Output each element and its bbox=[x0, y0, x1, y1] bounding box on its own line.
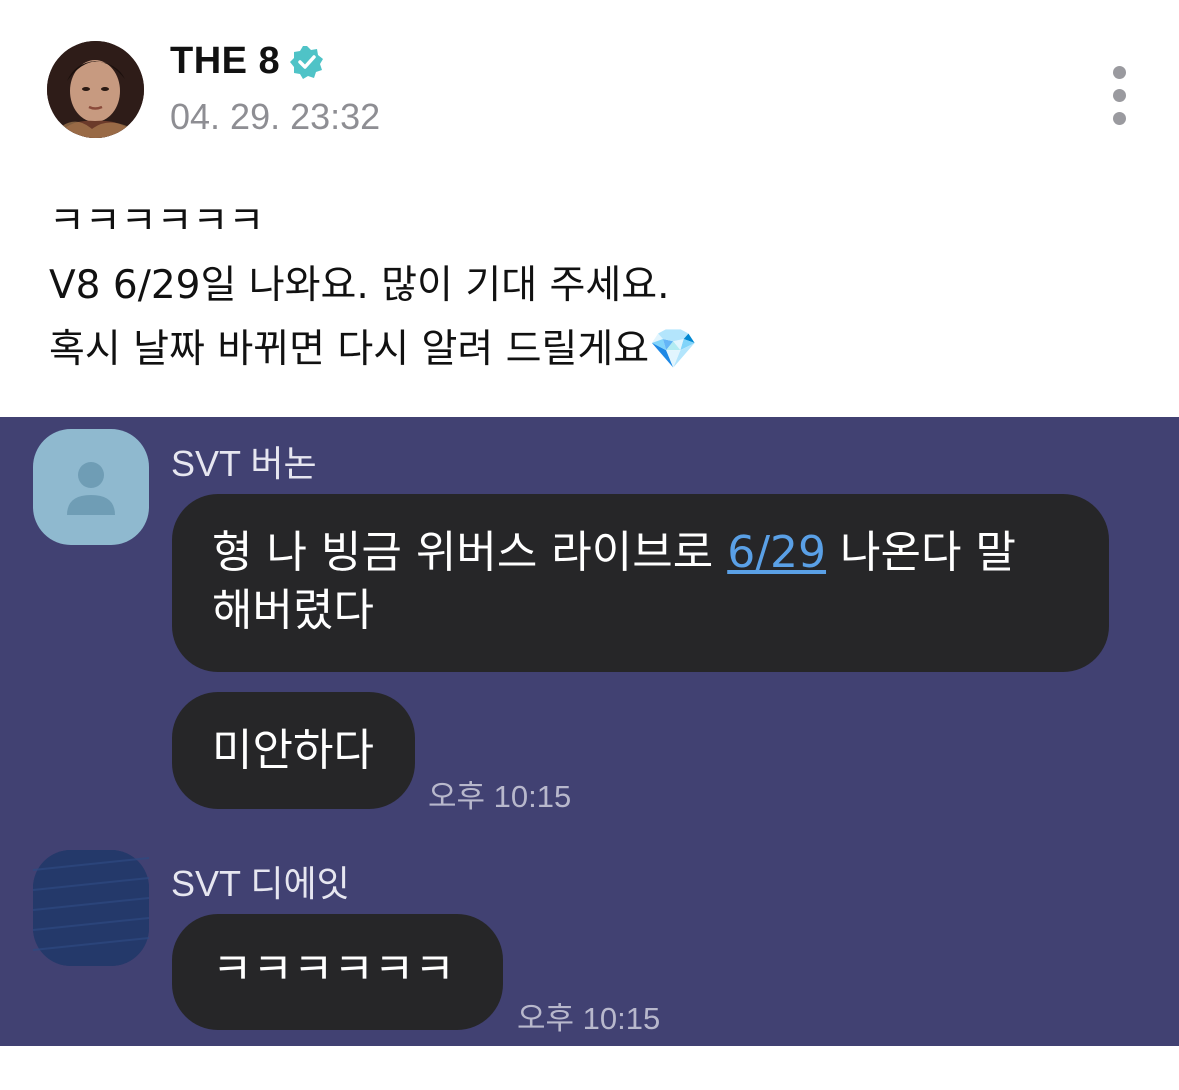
post-line: ㅋㅋㅋㅋㅋㅋ bbox=[49, 199, 265, 244]
author-avatar[interactable] bbox=[47, 41, 144, 138]
person-icon bbox=[67, 462, 115, 515]
message-bubble[interactable]: 형 나 빙금 위버스 라이브로 6/29 나온다 말 해버렸다 bbox=[172, 494, 1109, 672]
verified-badge-icon bbox=[290, 45, 324, 79]
message-line: 해버렸다 bbox=[212, 585, 374, 636]
message-text: 형 나 빙금 위버스 라이브로 bbox=[212, 527, 728, 578]
avatar-photo bbox=[47, 41, 144, 138]
sender-name: SVT 버논 bbox=[171, 443, 317, 484]
author-row[interactable]: THE 8 bbox=[170, 40, 324, 83]
message-text: ㅋㅋㅋㅋㅋㅋ bbox=[212, 944, 455, 995]
message-line: 형 나 빙금 위버스 라이브로 6/29 나온다 말 bbox=[212, 524, 1069, 582]
sender-name: SVT 디에잇 bbox=[171, 863, 350, 904]
profile-avatar bbox=[32, 850, 150, 966]
diamond-emoji-icon: 💎 bbox=[649, 327, 698, 372]
post-date: 04. 29. 23:32 bbox=[170, 96, 381, 137]
post-line-text: 혹시 날짜 바뀌면 다시 알려 드릴게요 bbox=[49, 327, 650, 372]
message-text: 미안하다 bbox=[212, 725, 374, 776]
default-profile-avatar bbox=[33, 429, 149, 545]
message-text: 나온다 말 bbox=[826, 527, 1016, 578]
message-bubble[interactable]: ㅋㅋㅋㅋㅋㅋ bbox=[172, 914, 503, 1030]
author-name[interactable]: THE 8 bbox=[170, 40, 280, 83]
message-timestamp: 오후 10:15 bbox=[428, 779, 572, 814]
post-body: ㅋㅋㅋㅋㅋㅋ V8 6/29일 나와요. 많이 기대 주세요. 혹시 날짜 바뀌… bbox=[49, 190, 698, 382]
message-timestamp: 오후 10:15 bbox=[517, 1001, 661, 1036]
message-bubble[interactable]: 미안하다 bbox=[172, 692, 415, 809]
post-line: V8 6/29일 나와요. 많이 기대 주세요. bbox=[49, 263, 670, 308]
denim-texture-image bbox=[32, 850, 150, 966]
more-options-icon[interactable] bbox=[1106, 66, 1132, 130]
chat-screenshot[interactable]: SVT 버논 형 나 빙금 위버스 라이브로 6/29 나온다 말 해버렸다 미… bbox=[0, 417, 1179, 1046]
post-line: 혹시 날짜 바뀌면 다시 알려 드릴게요💎 bbox=[49, 318, 698, 382]
date-link[interactable]: 6/29 bbox=[727, 527, 826, 578]
